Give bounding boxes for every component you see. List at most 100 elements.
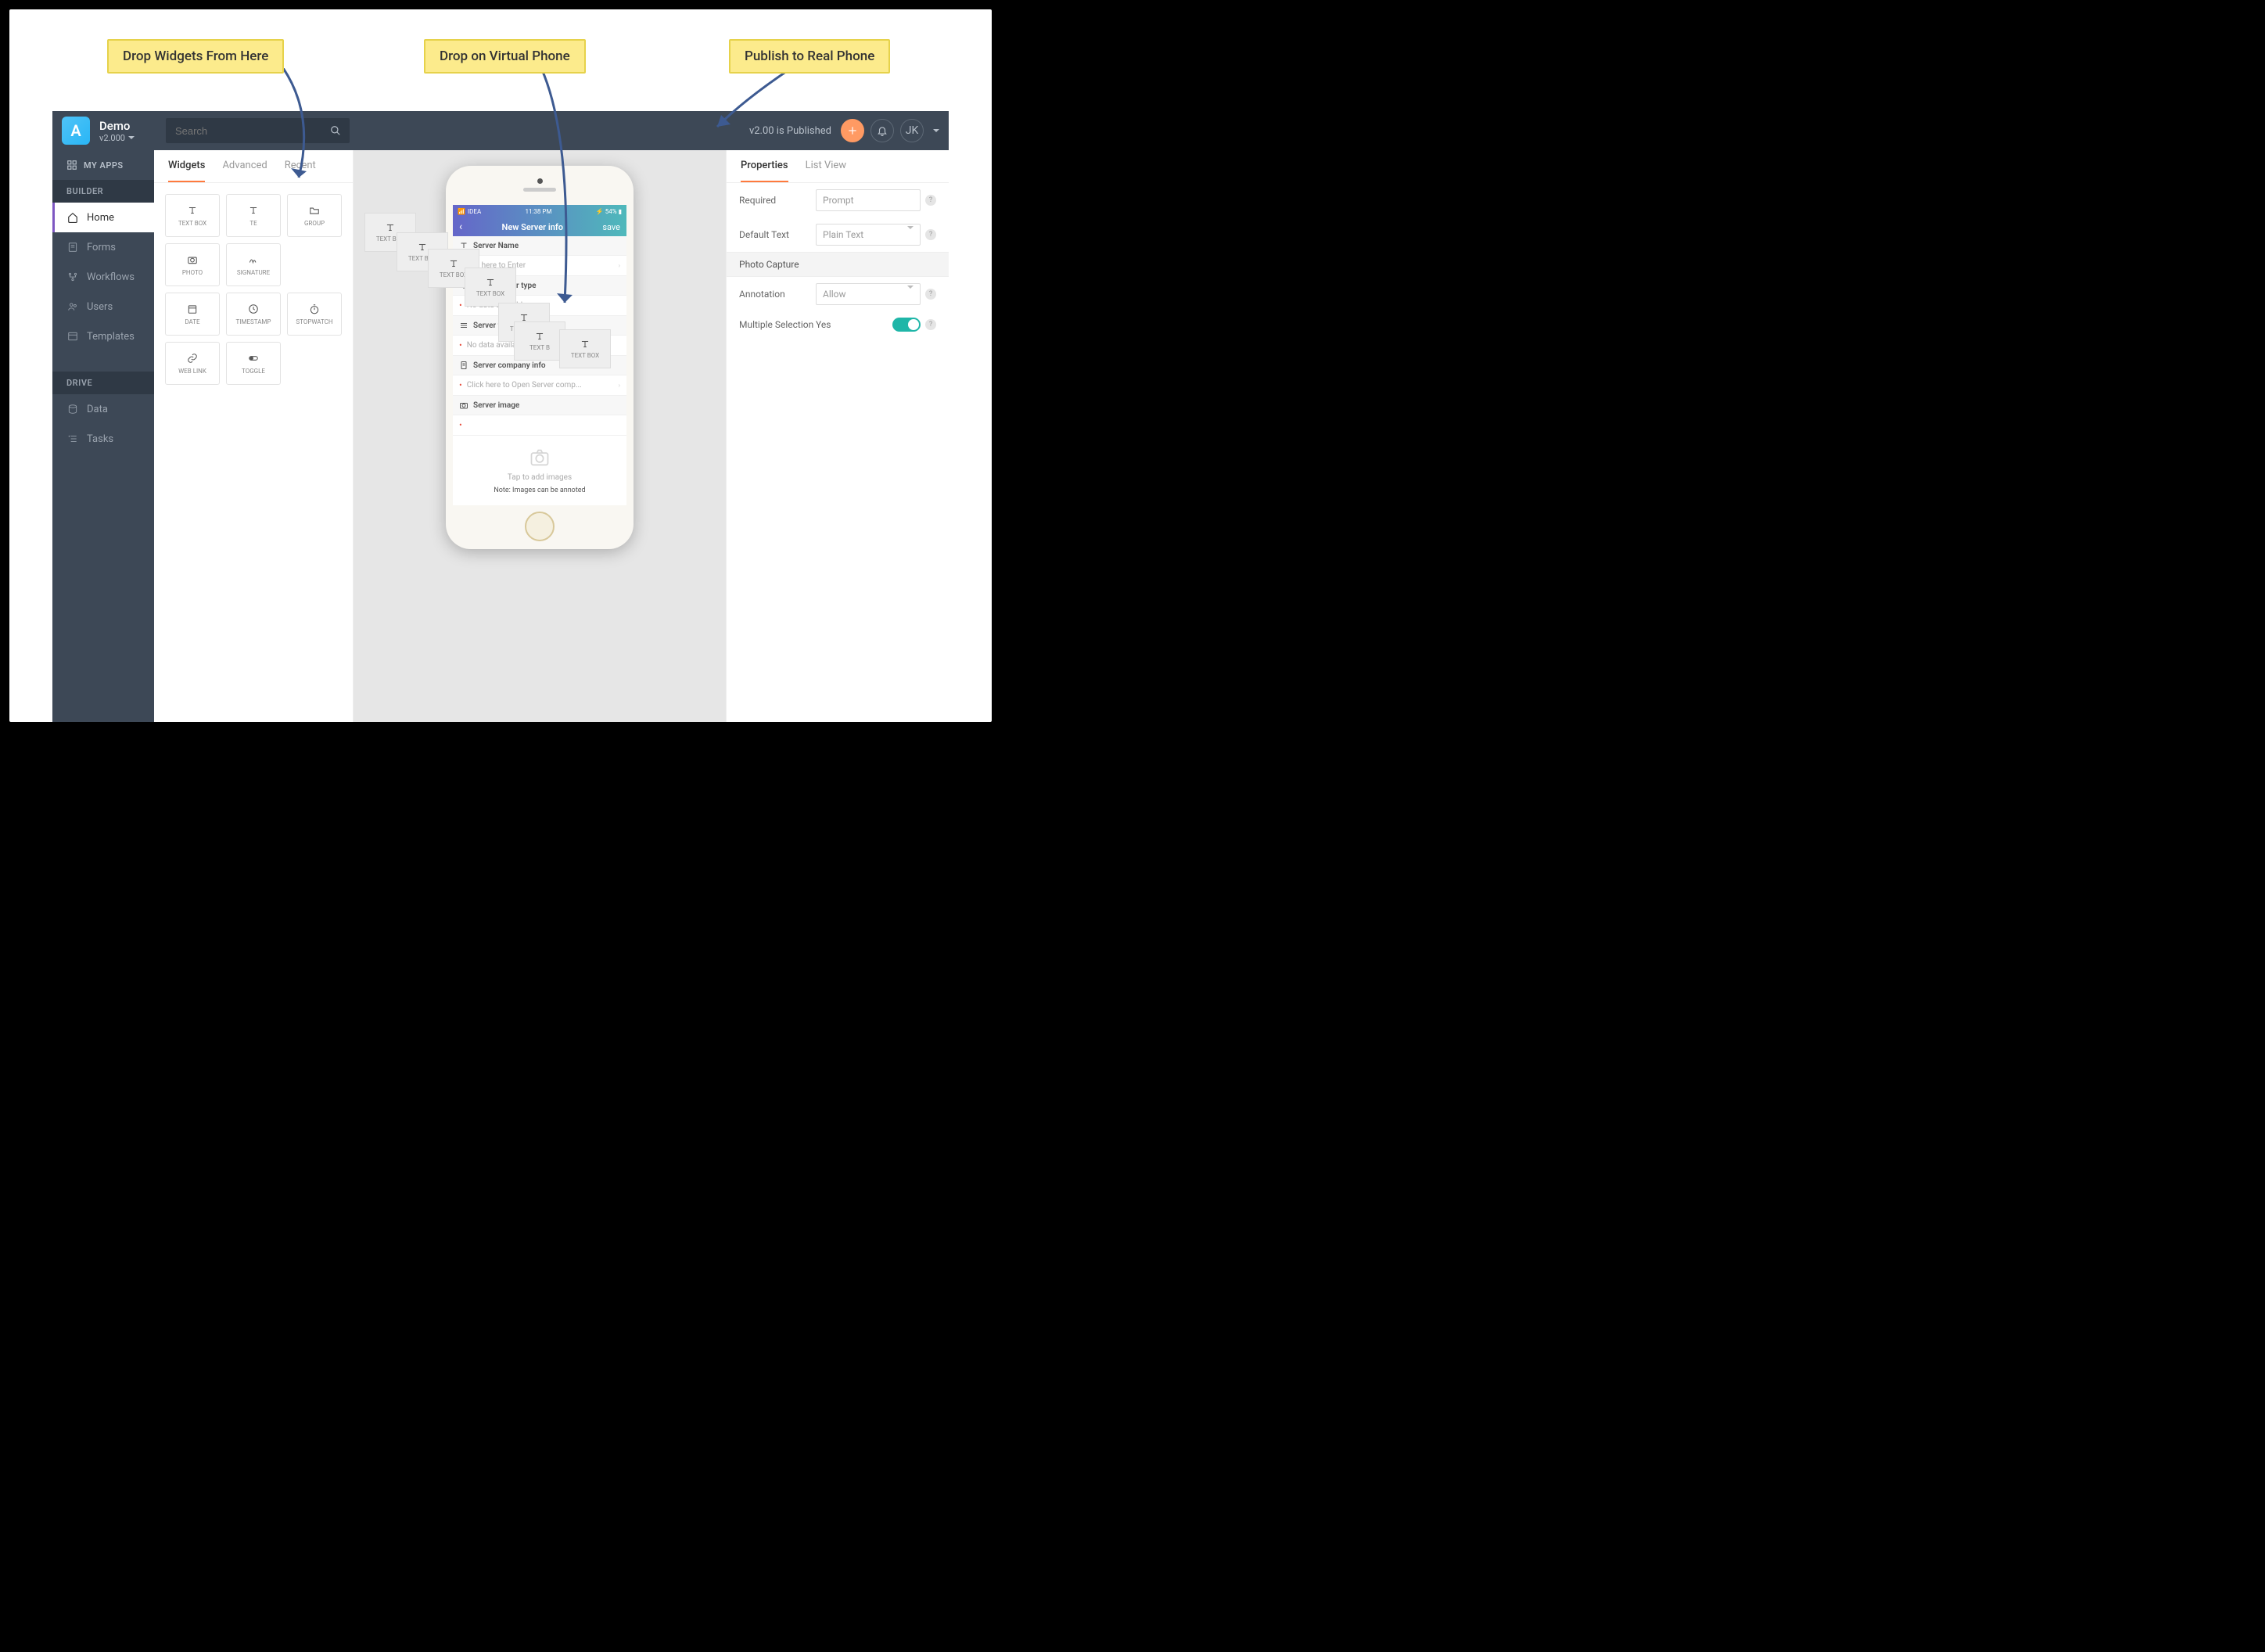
- widget-camera[interactable]: PHOTO: [165, 243, 220, 286]
- tab-widgets[interactable]: Widgets: [168, 150, 205, 182]
- textbox-icon: [484, 277, 497, 288]
- sidebar-myapps-label: MY APPS: [84, 160, 124, 171]
- textbox-icon: [416, 242, 429, 253]
- sidebar-item-label: Forms: [87, 242, 116, 253]
- forms-icon: [66, 241, 79, 253]
- phone-field-header[interactable]: Server image: [453, 396, 626, 415]
- sidebar-item-templates[interactable]: Templates: [52, 321, 154, 351]
- sidebar-item-label: Data: [87, 404, 108, 415]
- brand-icon: A: [62, 117, 90, 145]
- widget-label: TOGGLE: [242, 368, 265, 375]
- prop-multisel-value: Yes: [816, 319, 831, 330]
- prop-defaulttext-label: Default Text: [739, 229, 816, 240]
- phone-capture-note: Note: Images can be annoted: [453, 487, 626, 494]
- tab-listview[interactable]: List View: [806, 150, 846, 182]
- drag-ghost: TEXT B: [514, 321, 565, 361]
- phone-field-label: Server company info: [473, 361, 546, 370]
- phone-back-button[interactable]: ‹: [459, 221, 462, 233]
- phone-capture-area[interactable]: Tap to add images Note: Images can be an…: [453, 436, 626, 505]
- help-icon[interactable]: ?: [925, 319, 936, 330]
- annotation-arrow-2: [518, 68, 596, 311]
- camera-icon: [459, 400, 468, 410]
- widget-label: GROUP: [304, 220, 325, 227]
- widget-stopwatch[interactable]: STOPWATCH: [287, 293, 342, 336]
- app-version: v2.000: [99, 133, 135, 143]
- sidebar-item-home[interactable]: Home: [52, 203, 154, 232]
- annotation-arrow-1: [252, 68, 330, 185]
- chevron-right-icon: ›: [619, 382, 620, 389]
- folder-icon: [307, 204, 321, 217]
- sidebar-section-drive: DRIVE: [52, 372, 154, 394]
- prop-annotation-select[interactable]: Allow: [816, 283, 921, 305]
- prop-multisel-toggle[interactable]: [892, 318, 921, 332]
- drag-ghost-label: TEXT B: [529, 344, 550, 351]
- properties-tabs: Properties List View: [727, 150, 949, 183]
- properties-panel: Properties List View Required Prompt ? D…: [726, 150, 949, 722]
- widget-link[interactable]: WEB LINK: [165, 342, 220, 385]
- phone-field-value[interactable]: • Click here to Open Server comp... ›: [453, 375, 626, 396]
- widget-clock[interactable]: TIMESTAMP: [226, 293, 281, 336]
- widget-signature[interactable]: SIGNATURE: [226, 243, 281, 286]
- prop-section-photo: Photo Capture: [727, 252, 949, 277]
- app-title-block[interactable]: Demo v2.000: [99, 119, 135, 143]
- widget-label: TE: [249, 220, 257, 227]
- sidebar-section-builder: BUILDER: [52, 180, 154, 203]
- drag-ghost: TEXT BOX: [559, 329, 611, 368]
- home-icon: [66, 211, 79, 224]
- tasks-icon: [66, 433, 79, 445]
- textbox-icon: [185, 204, 199, 217]
- widget-label: STOPWATCH: [296, 318, 332, 325]
- clock-icon: [246, 303, 260, 315]
- sidebar-item-users[interactable]: Users: [52, 292, 154, 321]
- tab-properties[interactable]: Properties: [741, 150, 788, 182]
- widget-calendar[interactable]: DATE: [165, 293, 220, 336]
- sidebar-item-label: Home: [87, 212, 114, 224]
- textbox-icon: [533, 331, 546, 342]
- sidebar-item-data[interactable]: Data: [52, 394, 154, 424]
- widget-folder[interactable]: GROUP: [287, 194, 342, 237]
- prop-required-input[interactable]: Prompt: [816, 189, 921, 211]
- help-icon[interactable]: ?: [925, 229, 936, 240]
- required-dot: •: [459, 340, 462, 350]
- user-menu[interactable]: JK: [900, 119, 939, 142]
- users-icon: [66, 300, 79, 313]
- notifications-button[interactable]: [870, 119, 894, 142]
- help-icon[interactable]: ?: [925, 289, 936, 300]
- sidebar-item-forms[interactable]: Forms: [52, 232, 154, 262]
- prop-required-label: Required: [739, 195, 816, 206]
- prop-annotation: Annotation Allow ?: [727, 277, 949, 311]
- prop-multisel: Multiple Selection Yes ?: [727, 311, 949, 338]
- widget-label: TEXT BOX: [178, 220, 206, 227]
- help-icon[interactable]: ?: [925, 195, 936, 206]
- search-icon: [330, 125, 341, 136]
- prop-defaulttext: Default Text Plain Text ?: [727, 217, 949, 252]
- prop-required: Required Prompt ?: [727, 183, 949, 217]
- drag-ghost: TEXT BOX: [465, 268, 516, 307]
- textbox-icon: [447, 258, 460, 269]
- sidebar-item-tasks[interactable]: Tasks: [52, 424, 154, 454]
- phone-field-label: Server Name: [473, 242, 519, 250]
- camera-icon: [526, 447, 553, 469]
- templates-icon: [66, 330, 79, 343]
- data-icon: [66, 403, 79, 415]
- widget-label: TIMESTAMP: [236, 318, 271, 325]
- drag-ghost-label: TEXT BOX: [440, 271, 468, 278]
- workflows-icon: [66, 271, 79, 283]
- phone-save-button[interactable]: save: [602, 222, 620, 232]
- widgets-grid: TEXT BOX TE GROUP PHOTO SIGNATURE DATE T…: [154, 183, 353, 396]
- sidebar-myapps[interactable]: MY APPS: [52, 150, 154, 180]
- widget-toggle[interactable]: TOGGLE: [226, 342, 281, 385]
- sidebar-item-workflows[interactable]: Workflows: [52, 262, 154, 292]
- sidebar-item-label: Templates: [87, 331, 135, 343]
- calendar-icon: [185, 303, 199, 315]
- phone-field-value[interactable]: •: [453, 415, 626, 436]
- phone-field-label: Server image: [473, 401, 519, 410]
- add-button[interactable]: [841, 119, 864, 142]
- required-dot: •: [459, 380, 462, 390]
- widgets-panel: Widgets Advanced Recent TEXT BOX TE GROU…: [154, 150, 354, 722]
- widget-label: DATE: [185, 318, 199, 325]
- prop-annotation-label: Annotation: [739, 289, 816, 300]
- widget-textbox[interactable]: TEXT BOX: [165, 194, 220, 237]
- widget-textbox[interactable]: TE: [226, 194, 281, 237]
- prop-defaulttext-select[interactable]: Plain Text: [816, 224, 921, 246]
